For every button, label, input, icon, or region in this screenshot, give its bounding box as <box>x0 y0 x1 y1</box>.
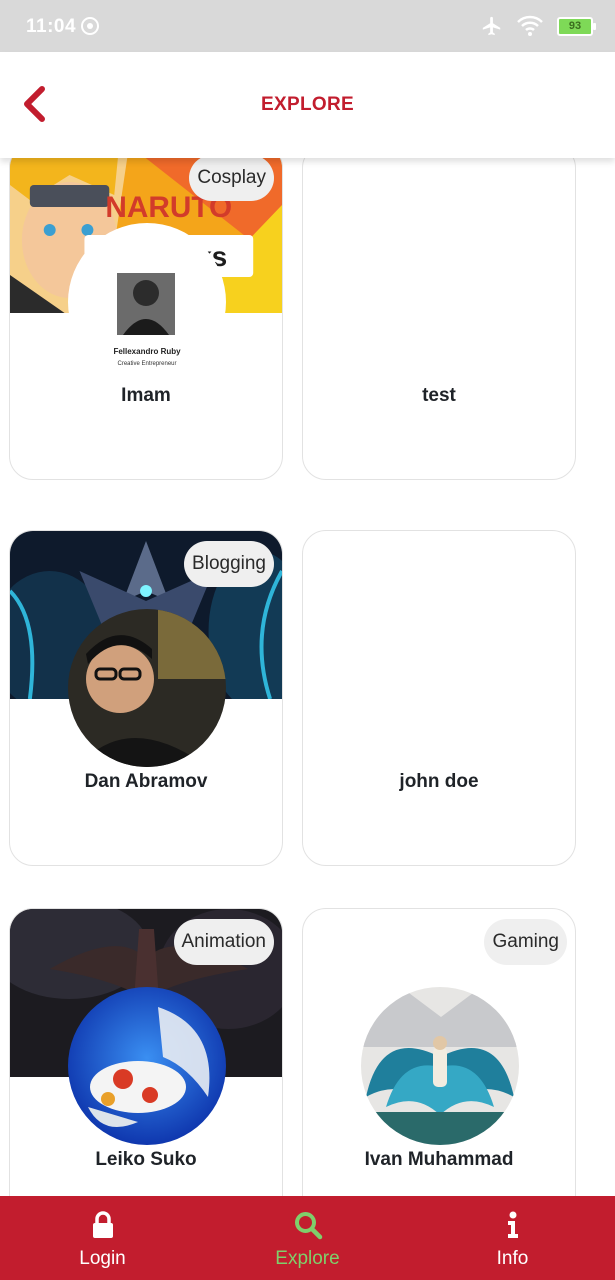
status-icons: 93 <box>481 14 596 38</box>
bottom-nav: Login Explore Info <box>0 1196 615 1280</box>
profile-name: Ivan Muhammad <box>364 1149 514 1170</box>
explore-grid: NARUTO ukaTalks Cosplay Fellexandro Ruby… <box>0 158 615 1196</box>
profile-card[interactable]: Animation Leiko Suko <box>9 908 283 1196</box>
wifi-icon <box>517 15 543 36</box>
page-title: EXPLORE <box>261 94 354 115</box>
nav-item-login[interactable]: Login <box>0 1196 205 1280</box>
status-time: 11:04 <box>26 16 77 37</box>
status-bar: 11:04 93 <box>0 0 615 52</box>
profile-name: Leiko Suko <box>95 1149 197 1170</box>
sync-icon <box>81 17 99 35</box>
avatar-caption-name: Fellexandro Ruby <box>113 347 181 356</box>
profile-card[interactable]: john doe <box>302 530 576 866</box>
avatar <box>361 987 519 1145</box>
profile-card[interactable]: NARUTO ukaTalks Cosplay Fellexandro Ruby… <box>9 158 283 480</box>
category-chip[interactable]: Gaming <box>484 919 567 965</box>
category-chip[interactable]: Blogging <box>184 541 274 587</box>
avatar <box>68 987 226 1145</box>
category-chip[interactable]: Cosplay <box>189 158 274 201</box>
avatar <box>68 609 226 767</box>
avatar-caption-role: Creative Entrepreneur <box>117 361 176 367</box>
profile-card[interactable]: Blogging Dan Abramov <box>9 530 283 866</box>
category-chip[interactable]: Animation <box>173 919 274 965</box>
profile-name: test <box>422 385 456 406</box>
profile-card[interactable]: test <box>302 158 576 480</box>
search-icon <box>294 1212 322 1240</box>
lock-icon <box>92 1211 113 1238</box>
nav-label-explore: Explore <box>275 1248 340 1269</box>
battery-level: 93 <box>568 19 582 32</box>
nav-label-login: Login <box>79 1248 126 1269</box>
profile-name: Dan Abramov <box>84 771 208 792</box>
battery-icon: 93 <box>557 16 596 36</box>
profile-name: Imam <box>121 385 171 406</box>
nav-item-explore[interactable]: Explore <box>205 1196 410 1280</box>
nav-label-info: Info <box>496 1248 529 1269</box>
profile-name: john doe <box>399 771 479 792</box>
avatar: Fellexandro Ruby Creative Entrepreneur <box>68 223 226 381</box>
profile-card[interactable]: Gaming Ivan Muhammad <box>302 908 576 1196</box>
info-icon <box>507 1211 518 1238</box>
nav-item-info[interactable]: Info <box>410 1196 615 1280</box>
app-header: EXPLORE <box>0 52 615 158</box>
airplane-icon <box>482 16 501 36</box>
